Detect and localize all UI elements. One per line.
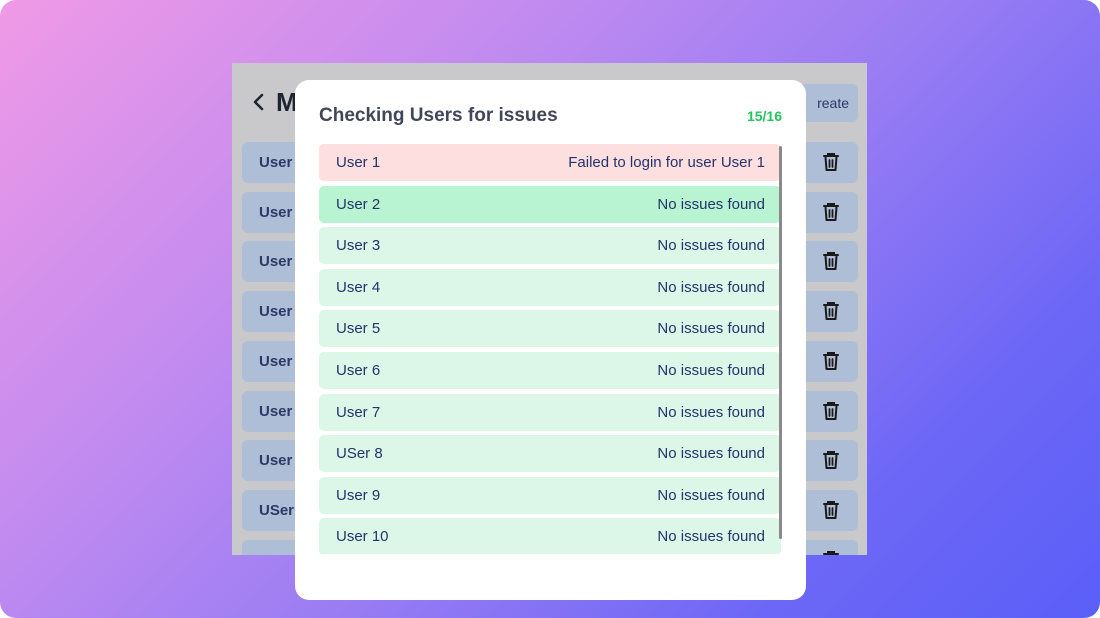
- user-name: User 7: [336, 403, 381, 421]
- check-users-modal: Checking Users for issues 15/16 User 1 Fa…: [295, 80, 806, 600]
- user-name: User 4: [336, 278, 381, 296]
- result-row[interactable]: User 7 No issues found: [319, 393, 781, 431]
- check-status: No issues found: [657, 403, 765, 421]
- progress-counter: 15/16: [746, 108, 782, 124]
- check-status: No issues found: [657, 445, 765, 463]
- trash-icon[interactable]: [822, 550, 840, 555]
- user-name: User 1: [336, 154, 381, 171]
- trash-icon[interactable]: [822, 152, 840, 172]
- background-user-label: User: [259, 402, 293, 420]
- user-name: User 3: [336, 237, 381, 255]
- background-user-label: USer: [259, 501, 295, 519]
- background-user-label: User: [259, 352, 293, 370]
- gradient-backdrop: M reate User User User User User User User USer…: [0, 0, 1100, 618]
- user-name: User 2: [336, 195, 381, 213]
- trash-icon[interactable]: [822, 251, 840, 271]
- result-row[interactable]: USer 8 No issues found: [319, 435, 781, 473]
- check-status: No issues found: [657, 195, 765, 213]
- result-row[interactable]: User 3 No issues found: [319, 227, 781, 265]
- check-status: Failed to login for user User 1: [568, 154, 765, 171]
- result-row[interactable]: User 4 No issues found: [319, 268, 781, 306]
- modal-title: Checking Users for issues: [319, 105, 558, 126]
- background-user-label: U: [259, 552, 270, 555]
- result-row[interactable]: User 10 No issues found: [319, 518, 781, 554]
- user-name: User 6: [336, 362, 381, 379]
- result-row[interactable]: User 1 Failed to login for user User 1: [319, 144, 781, 181]
- check-status: No issues found: [657, 528, 765, 546]
- scrollbar[interactable]: [779, 146, 782, 539]
- results-list[interactable]: User 1 Failed to login for user User 1 Use…: [319, 144, 782, 554]
- check-status: No issues found: [657, 362, 765, 379]
- check-status: No issues found: [657, 278, 765, 296]
- result-row[interactable]: User 6 No issues found: [319, 352, 781, 389]
- background-user-label: User: [259, 253, 293, 271]
- result-row[interactable]: User 9 No issues found: [319, 476, 781, 514]
- trash-icon[interactable]: [822, 401, 840, 421]
- trash-icon[interactable]: [822, 202, 840, 222]
- check-status: No issues found: [657, 320, 765, 338]
- trash-icon[interactable]: [822, 351, 840, 371]
- result-row[interactable]: User 5 No issues found: [319, 310, 781, 348]
- background-user-label: User: [259, 303, 293, 321]
- background-user-label: User: [259, 203, 293, 221]
- user-name: User 5: [336, 320, 381, 338]
- user-name: User 9: [336, 486, 381, 504]
- user-name: User 10: [336, 528, 389, 546]
- trash-icon[interactable]: [822, 301, 840, 321]
- trash-icon[interactable]: [822, 450, 840, 470]
- background-user-label: User: [259, 452, 293, 470]
- user-name: USer 8: [336, 445, 383, 463]
- background-user-label: User: [259, 154, 293, 171]
- check-status: No issues found: [657, 486, 765, 504]
- result-row[interactable]: User 2 No issues found: [319, 185, 781, 223]
- chevron-left-icon[interactable]: [248, 91, 270, 113]
- check-status: No issues found: [657, 237, 765, 255]
- trash-icon[interactable]: [822, 500, 840, 520]
